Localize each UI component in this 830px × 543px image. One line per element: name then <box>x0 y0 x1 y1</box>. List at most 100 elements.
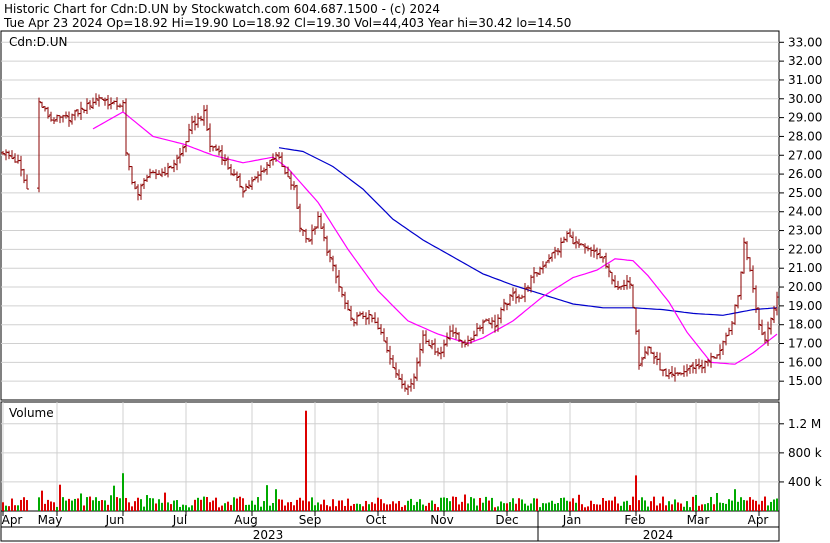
volume-bar <box>386 504 388 511</box>
volume-bar <box>527 505 529 511</box>
volume-bar <box>614 496 616 511</box>
volume-bar <box>377 497 379 511</box>
volume-bar <box>179 506 181 511</box>
volume-bar <box>590 500 592 511</box>
volume-bar <box>158 499 160 511</box>
volume-bar <box>683 506 685 511</box>
volume-bar <box>650 501 652 511</box>
volume-bar <box>314 505 316 511</box>
volume-bar <box>545 503 547 511</box>
volume-bar <box>671 504 673 511</box>
volume-bar <box>542 503 544 511</box>
volume-bar <box>557 502 559 511</box>
volume-bar <box>611 500 613 511</box>
volume-bar <box>119 498 121 511</box>
volume-bar <box>329 506 331 511</box>
volume-bar <box>371 502 373 511</box>
volume-bar <box>773 499 775 511</box>
volume-bar <box>227 501 229 511</box>
volume-bar <box>560 498 562 511</box>
volume-bar <box>413 505 415 511</box>
volume-bar <box>23 497 25 511</box>
volume-bar <box>680 503 682 511</box>
volume-bar <box>758 504 760 511</box>
volume-bar <box>449 501 451 511</box>
symbol-label: Cdn:D.UN <box>9 35 67 49</box>
volume-label: Volume <box>9 406 54 420</box>
volume-bar <box>620 505 622 511</box>
volume-bar <box>233 497 235 511</box>
volume-bar <box>341 500 343 511</box>
volume-bar <box>479 497 481 511</box>
volume-bar <box>311 497 313 511</box>
volume-bar <box>293 505 295 511</box>
volume-bar <box>467 503 469 511</box>
month-label: Jun <box>105 513 125 527</box>
volume-bar <box>65 500 67 511</box>
volume-bar <box>215 497 217 511</box>
volume-bar <box>407 500 409 511</box>
price-tick-label: 28.00 <box>788 129 822 143</box>
volume-bar <box>458 504 460 511</box>
volume-bar <box>749 497 751 511</box>
volume-bar <box>488 500 490 511</box>
volume-bar <box>581 504 583 511</box>
year-label: 2023 <box>253 528 284 542</box>
volume-bar <box>146 495 148 511</box>
volume-bar <box>515 503 517 511</box>
volume-bar <box>47 499 49 511</box>
volume-bar <box>26 500 28 511</box>
price-tick-label: 26.00 <box>788 167 822 181</box>
volume-bar <box>746 500 748 511</box>
volume-bar <box>440 497 442 511</box>
price-tick-label: 19.00 <box>788 299 822 313</box>
volume-bar <box>50 501 52 511</box>
month-label: May <box>38 513 63 527</box>
volume-bar <box>218 507 220 511</box>
volume-bar <box>470 497 472 511</box>
volume-bar <box>170 504 172 511</box>
volume-bar <box>212 500 214 511</box>
volume-bar <box>404 505 406 511</box>
volume-bar <box>701 504 703 511</box>
volume-tick-label: 1.2 M <box>788 417 821 431</box>
volume-bar <box>140 499 142 511</box>
volume-bar <box>263 501 265 511</box>
volume-bar <box>353 504 355 511</box>
volume-bar <box>647 506 649 511</box>
volume-bar <box>437 507 439 511</box>
price-tick-label: 31.00 <box>788 73 822 87</box>
volume-bar <box>17 505 19 511</box>
volume-bar <box>665 505 667 511</box>
volume-bar <box>539 507 541 511</box>
volume-bar <box>635 475 637 511</box>
volume-bar <box>668 501 670 511</box>
volume-bar <box>578 494 580 511</box>
volume-bar <box>503 503 505 511</box>
volume-bar <box>698 505 700 511</box>
volume-bar <box>2 502 4 511</box>
price-tick-label: 17.00 <box>788 337 822 351</box>
volume-bar <box>98 500 100 511</box>
volume-bar <box>662 496 664 511</box>
volume-bar <box>428 502 430 511</box>
volume-bar <box>152 498 154 511</box>
volume-bar <box>368 504 370 511</box>
volume-bar <box>53 502 55 511</box>
volume-bar <box>143 506 145 511</box>
volume-bar <box>203 496 205 511</box>
volume-bar <box>533 498 535 511</box>
volume-bar <box>356 503 358 511</box>
volume-bar <box>137 497 139 511</box>
price-tick-label: 32.00 <box>788 54 822 68</box>
volume-bar <box>20 499 22 511</box>
volume-bar <box>116 497 118 511</box>
volume-bar <box>740 497 742 511</box>
volume-bar <box>11 498 13 511</box>
volume-bar <box>302 500 304 511</box>
volume-bar <box>482 502 484 511</box>
volume-bar <box>548 502 550 511</box>
volume-bar <box>41 490 43 511</box>
volume-bar <box>443 497 445 511</box>
volume-bar <box>725 503 727 511</box>
